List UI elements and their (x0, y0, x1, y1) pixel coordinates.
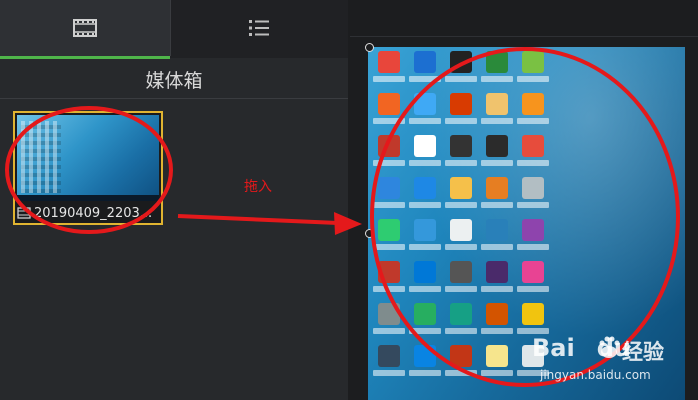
paw-icon (599, 336, 620, 358)
clip-thumbnail (17, 115, 159, 201)
media-bin-panel: 媒体箱 20190409_2203... (0, 0, 348, 400)
desktop-icon (372, 135, 406, 177)
film-strip-icon (73, 19, 97, 37)
desktop-icon (444, 303, 478, 345)
canvas-toolbar (350, 0, 698, 37)
watermark-url: jingyan.baidu.com (540, 368, 651, 382)
desktop-icon (408, 177, 442, 219)
desktop-icon (408, 219, 442, 261)
desktop-icon (372, 51, 406, 93)
clip-label-row: 20190409_2203... (17, 204, 159, 222)
resize-handle[interactable] (365, 229, 374, 238)
desktop-icon (372, 93, 406, 135)
desktop-icon (444, 135, 478, 177)
baidu-watermark: Baidu 经验 jingyan.baidu.com (532, 334, 692, 386)
desktop-icon (480, 93, 514, 135)
desktop-icon (444, 93, 478, 135)
active-tab-indicator (0, 56, 170, 59)
desktop-icon (480, 219, 514, 261)
desktop-icon (480, 135, 514, 177)
desktop-icon (372, 177, 406, 219)
media-bin-tabbar (0, 0, 348, 59)
desktop-icon (480, 345, 514, 387)
desktop-icon (480, 177, 514, 219)
list-icon (249, 20, 269, 36)
resize-handle[interactable] (365, 43, 374, 52)
desktop-icon (408, 303, 442, 345)
desktop-icon (408, 51, 442, 93)
tab-library[interactable] (170, 0, 348, 56)
desktop-icon (516, 51, 550, 93)
video-clip-icon (17, 207, 31, 219)
tab-media[interactable] (0, 0, 170, 56)
annotation-label: 拖入 (244, 179, 272, 195)
desktop-icon (372, 219, 406, 261)
desktop-icon (480, 303, 514, 345)
media-bin-title: 媒体箱 (145, 69, 203, 92)
desktop-icon (516, 219, 550, 261)
desktop-icon (408, 135, 442, 177)
desktop-icon (444, 261, 478, 303)
desktop-icon (516, 93, 550, 135)
desktop-icon (372, 261, 406, 303)
media-clip[interactable]: 20190409_2203... (13, 111, 163, 225)
desktop-icon (408, 345, 442, 387)
clip-name: 20190409_2203... (34, 205, 153, 221)
desktop-icon (372, 345, 406, 387)
watermark-cn: 经验 (622, 340, 664, 364)
desktop-icon (444, 345, 478, 387)
desktop-icon (372, 303, 406, 345)
divider (0, 98, 348, 99)
desktop-icon (408, 261, 442, 303)
desktop-icon-grid (372, 51, 550, 387)
desktop-icon (516, 261, 550, 303)
desktop-icon (408, 93, 442, 135)
desktop-icon (444, 51, 478, 93)
desktop-icon (516, 135, 550, 177)
desktop-icon (444, 219, 478, 261)
desktop-icon (480, 51, 514, 93)
desktop-icon (516, 177, 550, 219)
desktop-icon (480, 261, 514, 303)
desktop-icon (444, 177, 478, 219)
